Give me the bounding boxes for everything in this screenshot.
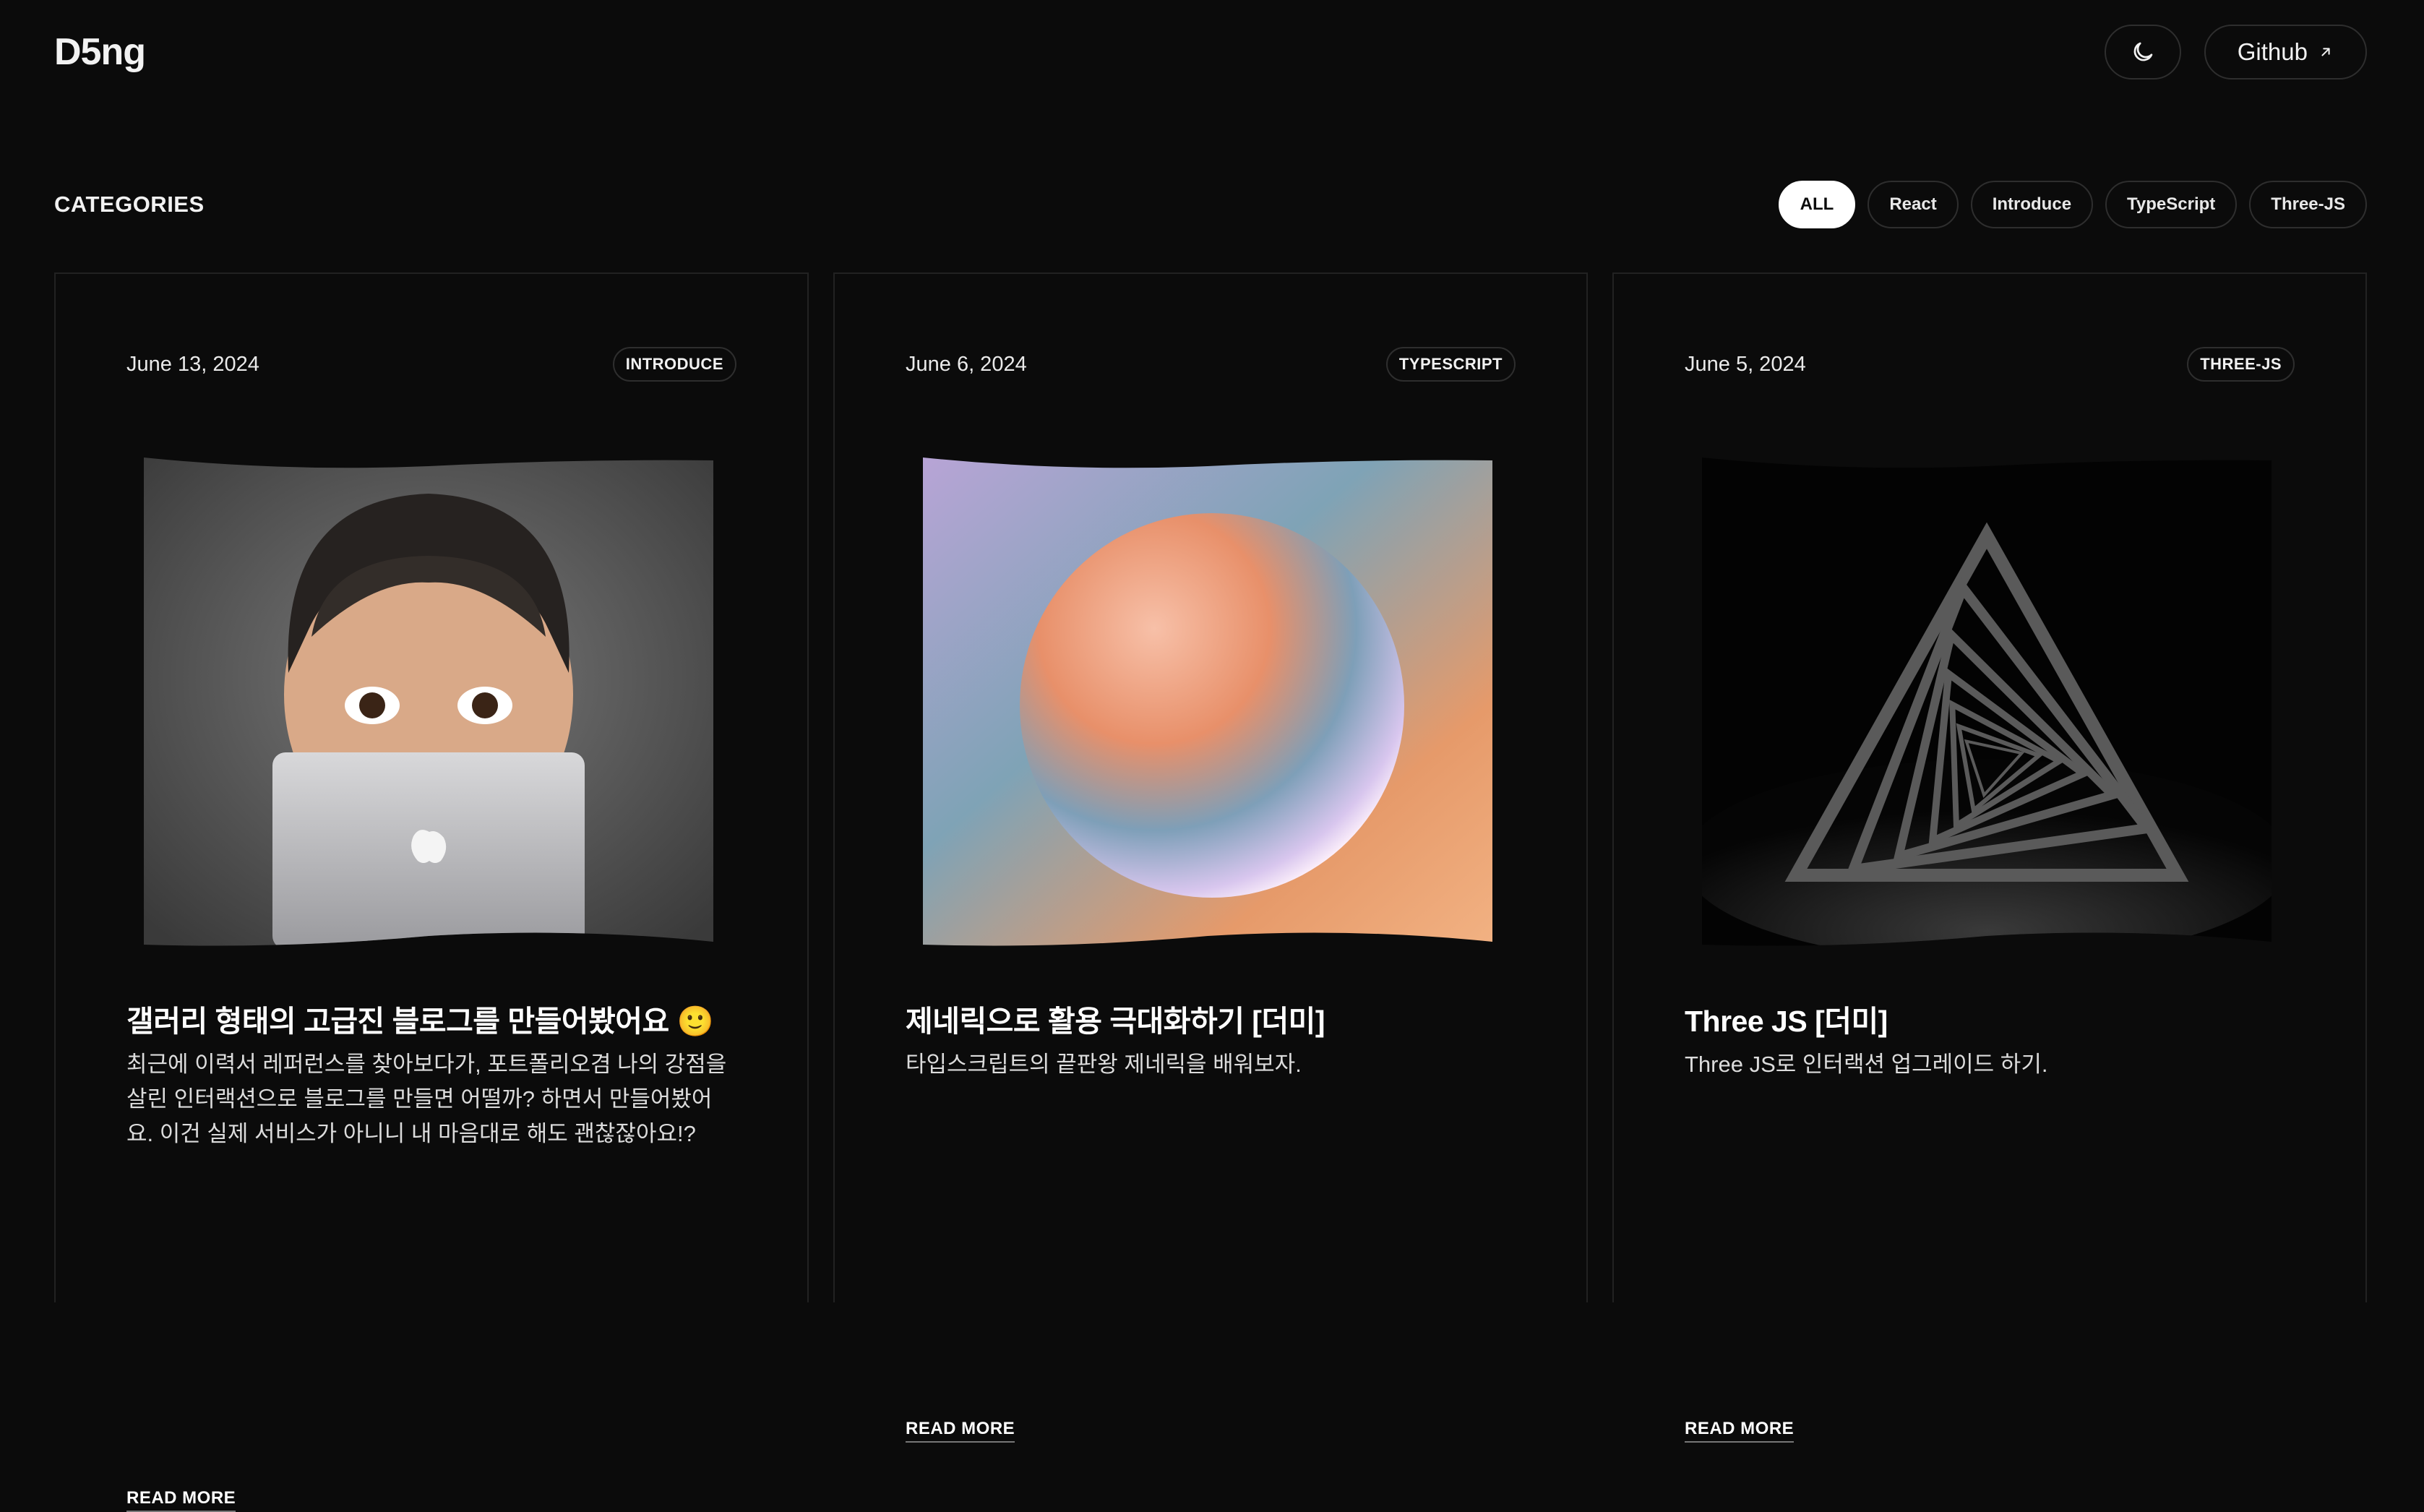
category-chip-react[interactable]: React <box>1868 181 1959 228</box>
post-tag[interactable]: INTRODUCE <box>612 347 736 382</box>
categories-title: CATEGORIES <box>54 192 205 217</box>
post-tag[interactable]: TYPESCRIPT <box>1385 347 1516 382</box>
post-card[interactable]: June 5, 2024 THREE-JS Three JS [더미] Thre… <box>1612 272 2367 1443</box>
read-more-link[interactable]: READ MORE <box>1685 1419 1795 1443</box>
post-meta: June 5, 2024 THREE-JS <box>1685 346 2295 382</box>
post-title[interactable]: Three JS [더미] <box>1685 997 2295 1040</box>
category-chip-introduce[interactable]: Introduce <box>1970 181 2094 228</box>
post-card[interactable]: June 6, 2024 TYPESCRIPT 제네릭으로 활용 극대화하기 [… <box>833 272 1588 1443</box>
header-actions: Github <box>2104 25 2367 80</box>
post-date: June 5, 2024 <box>1685 352 1806 376</box>
post-description: Three JS로 인터랙션 업그레이드 하기. <box>1685 1052 2048 1077</box>
category-filter-list: ALL React Introduce TypeScript Three-JS <box>1778 181 2367 228</box>
post-date: June 13, 2024 <box>126 352 259 376</box>
post-description: 타입스크립트의 끝판왕 제네릭을 배워보자. <box>906 1052 1302 1077</box>
post-grid: June 13, 2024 INTRODUCE 갤러리 형태의 고급진 블로그를… <box>54 272 2367 1512</box>
site-header: D5ng Github <box>54 22 2367 82</box>
memoji-laptop-image[interactable] <box>144 456 713 949</box>
site-logo[interactable]: D5ng <box>54 30 146 74</box>
post-description: 최근에 이력서 레퍼런스를 찾아보다가, 포트폴리오겸 나의 강점을 살린 인터… <box>126 1052 727 1146</box>
post-meta: June 13, 2024 INTRODUCE <box>126 346 736 382</box>
categories-bar: CATEGORIES ALL React Introduce TypeScrip… <box>54 180 2367 229</box>
category-chip-three-js[interactable]: Three-JS <box>2249 181 2367 228</box>
post-card[interactable]: June 13, 2024 INTRODUCE 갤러리 형태의 고급진 블로그를… <box>54 272 809 1512</box>
read-more-link[interactable]: READ MORE <box>126 1488 236 1512</box>
arrow-up-right-icon <box>2321 48 2330 56</box>
triangle-tunnel-image[interactable] <box>1702 456 2272 949</box>
category-chip-all[interactable]: ALL <box>1778 181 1856 228</box>
github-label: Github <box>2237 38 2308 65</box>
category-chip-typescript[interactable]: TypeScript <box>2105 181 2238 228</box>
post-meta: June 6, 2024 TYPESCRIPT <box>906 346 1516 382</box>
post-tag[interactable]: THREE-JS <box>2187 347 2295 382</box>
post-title[interactable]: 갤러리 형태의 고급진 블로그를 만들어봤어요 🙂 <box>126 997 736 1040</box>
moon-icon <box>2133 42 2153 61</box>
github-button[interactable]: Github <box>2204 25 2367 80</box>
post-date: June 6, 2024 <box>906 352 1027 376</box>
read-more-link[interactable]: READ MORE <box>906 1419 1015 1443</box>
theme-toggle-button[interactable] <box>2104 25 2181 80</box>
post-title[interactable]: 제네릭으로 활용 극대화하기 [더미] <box>906 997 1516 1040</box>
gradient-sphere-image[interactable] <box>923 456 1492 949</box>
